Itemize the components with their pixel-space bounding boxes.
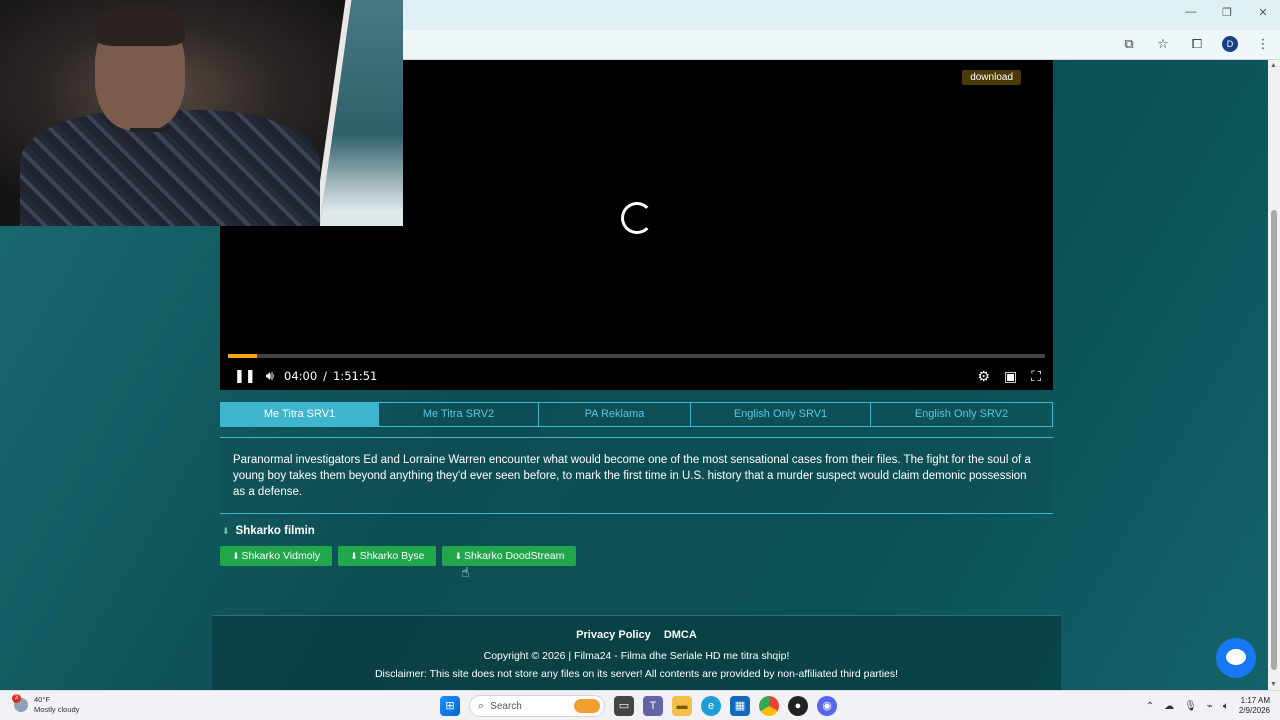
close-window-button[interactable]: ✕	[1256, 6, 1270, 19]
clock[interactable]: 1:17 AM 2/9/2026	[1239, 696, 1270, 716]
background-monitor	[313, 0, 403, 226]
file-explorer-icon[interactable]: ▬	[672, 696, 692, 716]
download-byse-button[interactable]: ⬇ Shkarko Byse	[338, 546, 437, 566]
star-icon[interactable]: ☆	[1154, 36, 1172, 52]
page-scrollbar[interactable]: ▲ ▼	[1268, 60, 1280, 690]
extensions-icon[interactable]: ⧠	[1188, 36, 1206, 52]
time-separator: /	[323, 369, 328, 383]
scroll-up-icon[interactable]: ▲	[1270, 62, 1277, 69]
window-controls: — ❐ ✕	[1184, 6, 1270, 19]
search-icon: ⌕	[478, 699, 485, 712]
store-icon[interactable]: ▦	[730, 696, 750, 716]
chat-widget-button[interactable]	[1216, 638, 1256, 678]
taskbar-apps: ⊞ ⌕ Search ▭ T ▬ e ▦ ● ◉	[440, 695, 837, 717]
fullscreen-icon[interactable]: ⛶	[1031, 368, 1041, 385]
downloads-title: Shkarko filmin	[235, 525, 315, 537]
loading-spinner-icon	[621, 202, 653, 234]
tab-english-only-srv2[interactable]: English Only SRV2	[871, 403, 1052, 426]
network-icon[interactable]: ⌁	[1207, 701, 1213, 712]
person-body	[20, 110, 320, 226]
search-highlight-icon	[574, 699, 600, 713]
download-arrow-icon: ⬇	[454, 551, 463, 561]
download-vidmoly-label: Shkarko Vidmoly	[241, 550, 321, 562]
task-view-icon[interactable]: ▭	[614, 696, 634, 716]
progress-bar[interactable]	[228, 354, 1045, 358]
headset-mic	[130, 128, 170, 132]
download-links: ⬇ Shkarko Vidmoly ⬇ Shkarko Byse ⬇ Shkarko …	[220, 546, 577, 566]
windows-taskbar: 3 40°F Mostly cloudy ⊞ ⌕ Search ▭ T ▬ e …	[0, 690, 1280, 720]
tab-pa-reklama[interactable]: PA Reklama	[539, 403, 691, 426]
volume-tray-icon[interactable]: 🔈︎	[1223, 701, 1229, 712]
temperature: 40°F	[34, 695, 50, 704]
disclaimer-text: Disclaimer: This site does not store any…	[374, 668, 899, 680]
weather-condition: Mostly cloudy	[34, 705, 80, 714]
download-doodstream-button[interactable]: ⬇ Shkarko DoodStream	[442, 546, 577, 566]
tab-english-only-srv1[interactable]: English Only SRV1	[691, 403, 871, 426]
search-placeholder: Search	[490, 700, 522, 712]
download-arrow-icon: ⬇	[232, 551, 240, 561]
app-icon[interactable]: ●	[788, 696, 808, 716]
edge-icon[interactable]: e	[701, 696, 721, 716]
tab-me-titra-srv2[interactable]: Me Titra SRV2	[379, 403, 539, 426]
chat-bubble-icon	[1226, 649, 1246, 665]
download-button[interactable]: download	[962, 70, 1021, 85]
minimize-button[interactable]: —	[1184, 6, 1198, 19]
weather-badge: 3	[12, 694, 21, 703]
mic-icon[interactable]: 🎙︎	[1184, 701, 1197, 712]
download-arrow-icon: ⬇	[350, 551, 358, 561]
player-controls: ❚❚ 🔊︎ 04:00 / 1:51:51 ⚙ ▣ ⛶	[234, 366, 1041, 386]
download-vidmoly-button[interactable]: ⬇ Shkarko Vidmoly	[220, 546, 333, 566]
onedrive-icon[interactable]: ☁	[1164, 701, 1174, 712]
cloud-icon: 3	[12, 694, 28, 712]
cast-icon[interactable]: ⧉	[1120, 36, 1138, 52]
volume-icon[interactable]: 🔊︎	[266, 368, 274, 384]
scrollbar-thumb[interactable]	[1271, 210, 1277, 670]
privacy-policy-link[interactable]: Privacy Policy	[576, 629, 651, 641]
pip-icon[interactable]: ▣	[1004, 368, 1017, 385]
chrome-icon[interactable]	[759, 696, 779, 716]
scroll-down-icon[interactable]: ▼	[1270, 681, 1277, 688]
download-byse-label: Shkarko Byse	[359, 550, 425, 562]
duration: 1:51:51	[333, 369, 378, 383]
system-tray: ⌃ ☁ 🎙︎ ⌁ 🔈︎ 1:17 AM 2/9/2026	[1146, 696, 1270, 716]
restore-button[interactable]: ❐	[1220, 6, 1234, 19]
settings-gear-icon[interactable]: ⚙	[977, 368, 990, 385]
clock-date: 2/9/2026	[1238, 706, 1270, 715]
hand-cursor-icon: ☝	[461, 564, 470, 580]
profile-avatar[interactable]: D	[1222, 36, 1238, 52]
menu-icon[interactable]: ⋮	[1254, 36, 1272, 52]
person-hair	[95, 6, 185, 46]
clock-time: 1:17 AM	[1240, 696, 1270, 705]
webcam-overlay	[0, 0, 403, 226]
taskbar-search[interactable]: ⌕ Search	[469, 695, 605, 717]
server-tabs: Me Titra SRV1 Me Titra SRV2 PA Reklama E…	[220, 402, 1053, 427]
downloads-heading: ⬇ Shkarko filmin	[222, 525, 315, 537]
discord-icon[interactable]: ◉	[817, 696, 837, 716]
tab-me-titra-srv1[interactable]: Me Titra SRV1	[221, 403, 379, 426]
current-time: 04:00	[284, 369, 318, 383]
download-doodstream-label: Shkarko DoodStream	[464, 550, 565, 562]
movie-description: Paranormal investigators Ed and Lorraine…	[220, 437, 1053, 514]
pause-icon[interactable]: ❚❚	[234, 368, 256, 384]
dmca-link[interactable]: DMCA	[664, 629, 697, 641]
teams-icon[interactable]: T	[643, 696, 663, 716]
download-arrow-icon: ⬇	[222, 525, 230, 536]
site-footer: Privacy Policy DMCA Copyright © 2026 | F…	[212, 615, 1061, 690]
weather-widget[interactable]: 3 40°F Mostly cloudy	[12, 694, 80, 715]
copyright-text: Copyright © 2026 | Filma24 - Filma dhe S…	[483, 650, 790, 662]
windows-start-icon[interactable]: ⊞	[440, 696, 460, 716]
progress-fill	[228, 354, 258, 358]
chevron-up-icon[interactable]: ⌃	[1146, 701, 1154, 712]
